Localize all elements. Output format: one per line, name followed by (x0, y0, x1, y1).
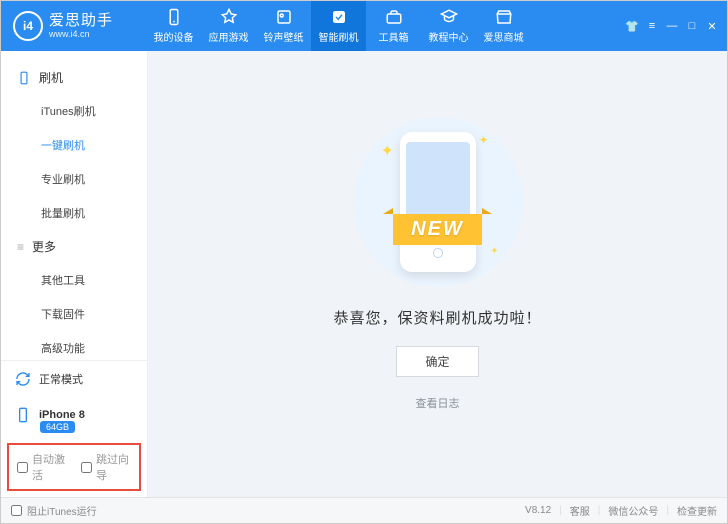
close-button[interactable]: ✕ (705, 19, 719, 33)
sidebar-group-flash[interactable]: 刷机 (1, 61, 147, 94)
phone-icon (165, 8, 183, 26)
sidebar-item-advanced[interactable]: 高级功能 (1, 331, 147, 360)
home-button-icon (433, 248, 443, 258)
service-link[interactable]: 客服 (570, 503, 590, 518)
app-window: i4 爱思助手 www.i4.cn 我的设备 应用游戏 铃声壁纸 智能刷机 (0, 0, 728, 524)
bottom-options-highlight: 自动激活 跳过向导 (7, 443, 141, 491)
wallpaper-icon (275, 8, 293, 26)
apps-icon (220, 8, 238, 26)
brand-sub: www.i4.cn (49, 30, 113, 39)
logo-icon: i4 (13, 11, 43, 41)
block-itunes-checkbox[interactable] (11, 505, 22, 516)
refresh-icon (15, 371, 31, 387)
brand-logo[interactable]: i4 爱思助手 www.i4.cn (1, 11, 146, 41)
sidebar-item-itunes-flash[interactable]: iTunes刷机 (1, 94, 147, 128)
phone-icon (17, 71, 31, 85)
shirt-icon[interactable]: 👕 (625, 19, 639, 33)
block-itunes-label: 阻止iTunes运行 (27, 503, 97, 518)
maximize-button[interactable]: □ (685, 19, 699, 33)
top-nav: 我的设备 应用游戏 铃声壁纸 智能刷机 工具箱 教程中心 (146, 1, 625, 51)
toolbox-icon (385, 8, 403, 26)
sidebar-item-download-firmware[interactable]: 下载固件 (1, 297, 147, 331)
success-message: 恭喜您，保资料刷机成功啦！ (333, 307, 541, 328)
storage-badge: 64GB (40, 421, 75, 433)
phone-illustration (400, 132, 476, 272)
success-illustration: ✦ ✦ ✦ NEW (353, 117, 523, 287)
shop-icon (495, 8, 513, 26)
view-log-link[interactable]: 查看日志 (416, 395, 460, 411)
nav-wallpaper[interactable]: 铃声壁纸 (256, 1, 311, 51)
titlebar: i4 爱思助手 www.i4.cn 我的设备 应用游戏 铃声壁纸 智能刷机 (1, 1, 727, 51)
main-panel: ✦ ✦ ✦ NEW 恭喜您，保资料刷机成功啦！ 确定 查看日志 (148, 51, 727, 497)
phone-icon (15, 407, 31, 423)
flash-icon (330, 8, 348, 26)
sparkle-icon: ✦ (490, 246, 498, 257)
nav-toolbox[interactable]: 工具箱 (366, 1, 421, 51)
nav-my-device[interactable]: 我的设备 (146, 1, 201, 51)
version-label: V8.12 (525, 505, 551, 516)
auto-activate-checkbox[interactable] (17, 462, 28, 473)
body: 刷机 iTunes刷机 一键刷机 专业刷机 批量刷机 ≡ 更多 其他工具 下载固… (1, 51, 727, 497)
nav-tutorials[interactable]: 教程中心 (421, 1, 476, 51)
skip-guide-checkbox[interactable] (81, 462, 92, 473)
sidebar-item-batch-flash[interactable]: 批量刷机 (1, 196, 147, 230)
sidebar-item-pro-flash[interactable]: 专业刷机 (1, 162, 147, 196)
nav-apps[interactable]: 应用游戏 (201, 1, 256, 51)
sparkle-icon: ✦ (381, 141, 394, 161)
skip-guide-check[interactable]: 跳过向导 (81, 451, 131, 483)
sidebar-bottom: 正常模式 iPhone 8 64GB 自动激活 (1, 360, 147, 497)
more-icon: ≡ (17, 240, 24, 254)
new-ribbon: NEW (393, 214, 482, 245)
sidebar-group-more[interactable]: ≡ 更多 (1, 230, 147, 263)
sidebar-item-other-tools[interactable]: 其他工具 (1, 263, 147, 297)
device-info[interactable]: iPhone 8 64GB (1, 397, 147, 437)
ok-button[interactable]: 确定 (396, 346, 478, 377)
window-controls: 👕 ≡ — □ ✕ (625, 19, 727, 33)
sidebar-item-oneclick-flash[interactable]: 一键刷机 (1, 128, 147, 162)
wechat-link[interactable]: 微信公众号 (608, 503, 658, 518)
nav-flash[interactable]: 智能刷机 (311, 1, 366, 51)
sidebar-list: 刷机 iTunes刷机 一键刷机 专业刷机 批量刷机 ≡ 更多 其他工具 下载固… (1, 51, 147, 360)
sparkle-icon: ✦ (478, 133, 488, 147)
device-mode[interactable]: 正常模式 (1, 361, 147, 397)
sidebar: 刷机 iTunes刷机 一键刷机 专业刷机 批量刷机 ≡ 更多 其他工具 下载固… (1, 51, 148, 497)
nav-shop[interactable]: 爱思商城 (476, 1, 531, 51)
statusbar: 阻止iTunes运行 V8.12 | 客服 | 微信公众号 | 检查更新 (1, 497, 727, 523)
device-name: iPhone 8 (39, 409, 85, 421)
minimize-button[interactable]: — (665, 19, 679, 33)
auto-activate-check[interactable]: 自动激活 (17, 451, 67, 483)
update-link[interactable]: 检查更新 (677, 503, 717, 518)
menu-icon[interactable]: ≡ (645, 19, 659, 33)
tutorials-icon (440, 8, 458, 26)
brand-title: 爱思助手 (49, 13, 113, 28)
